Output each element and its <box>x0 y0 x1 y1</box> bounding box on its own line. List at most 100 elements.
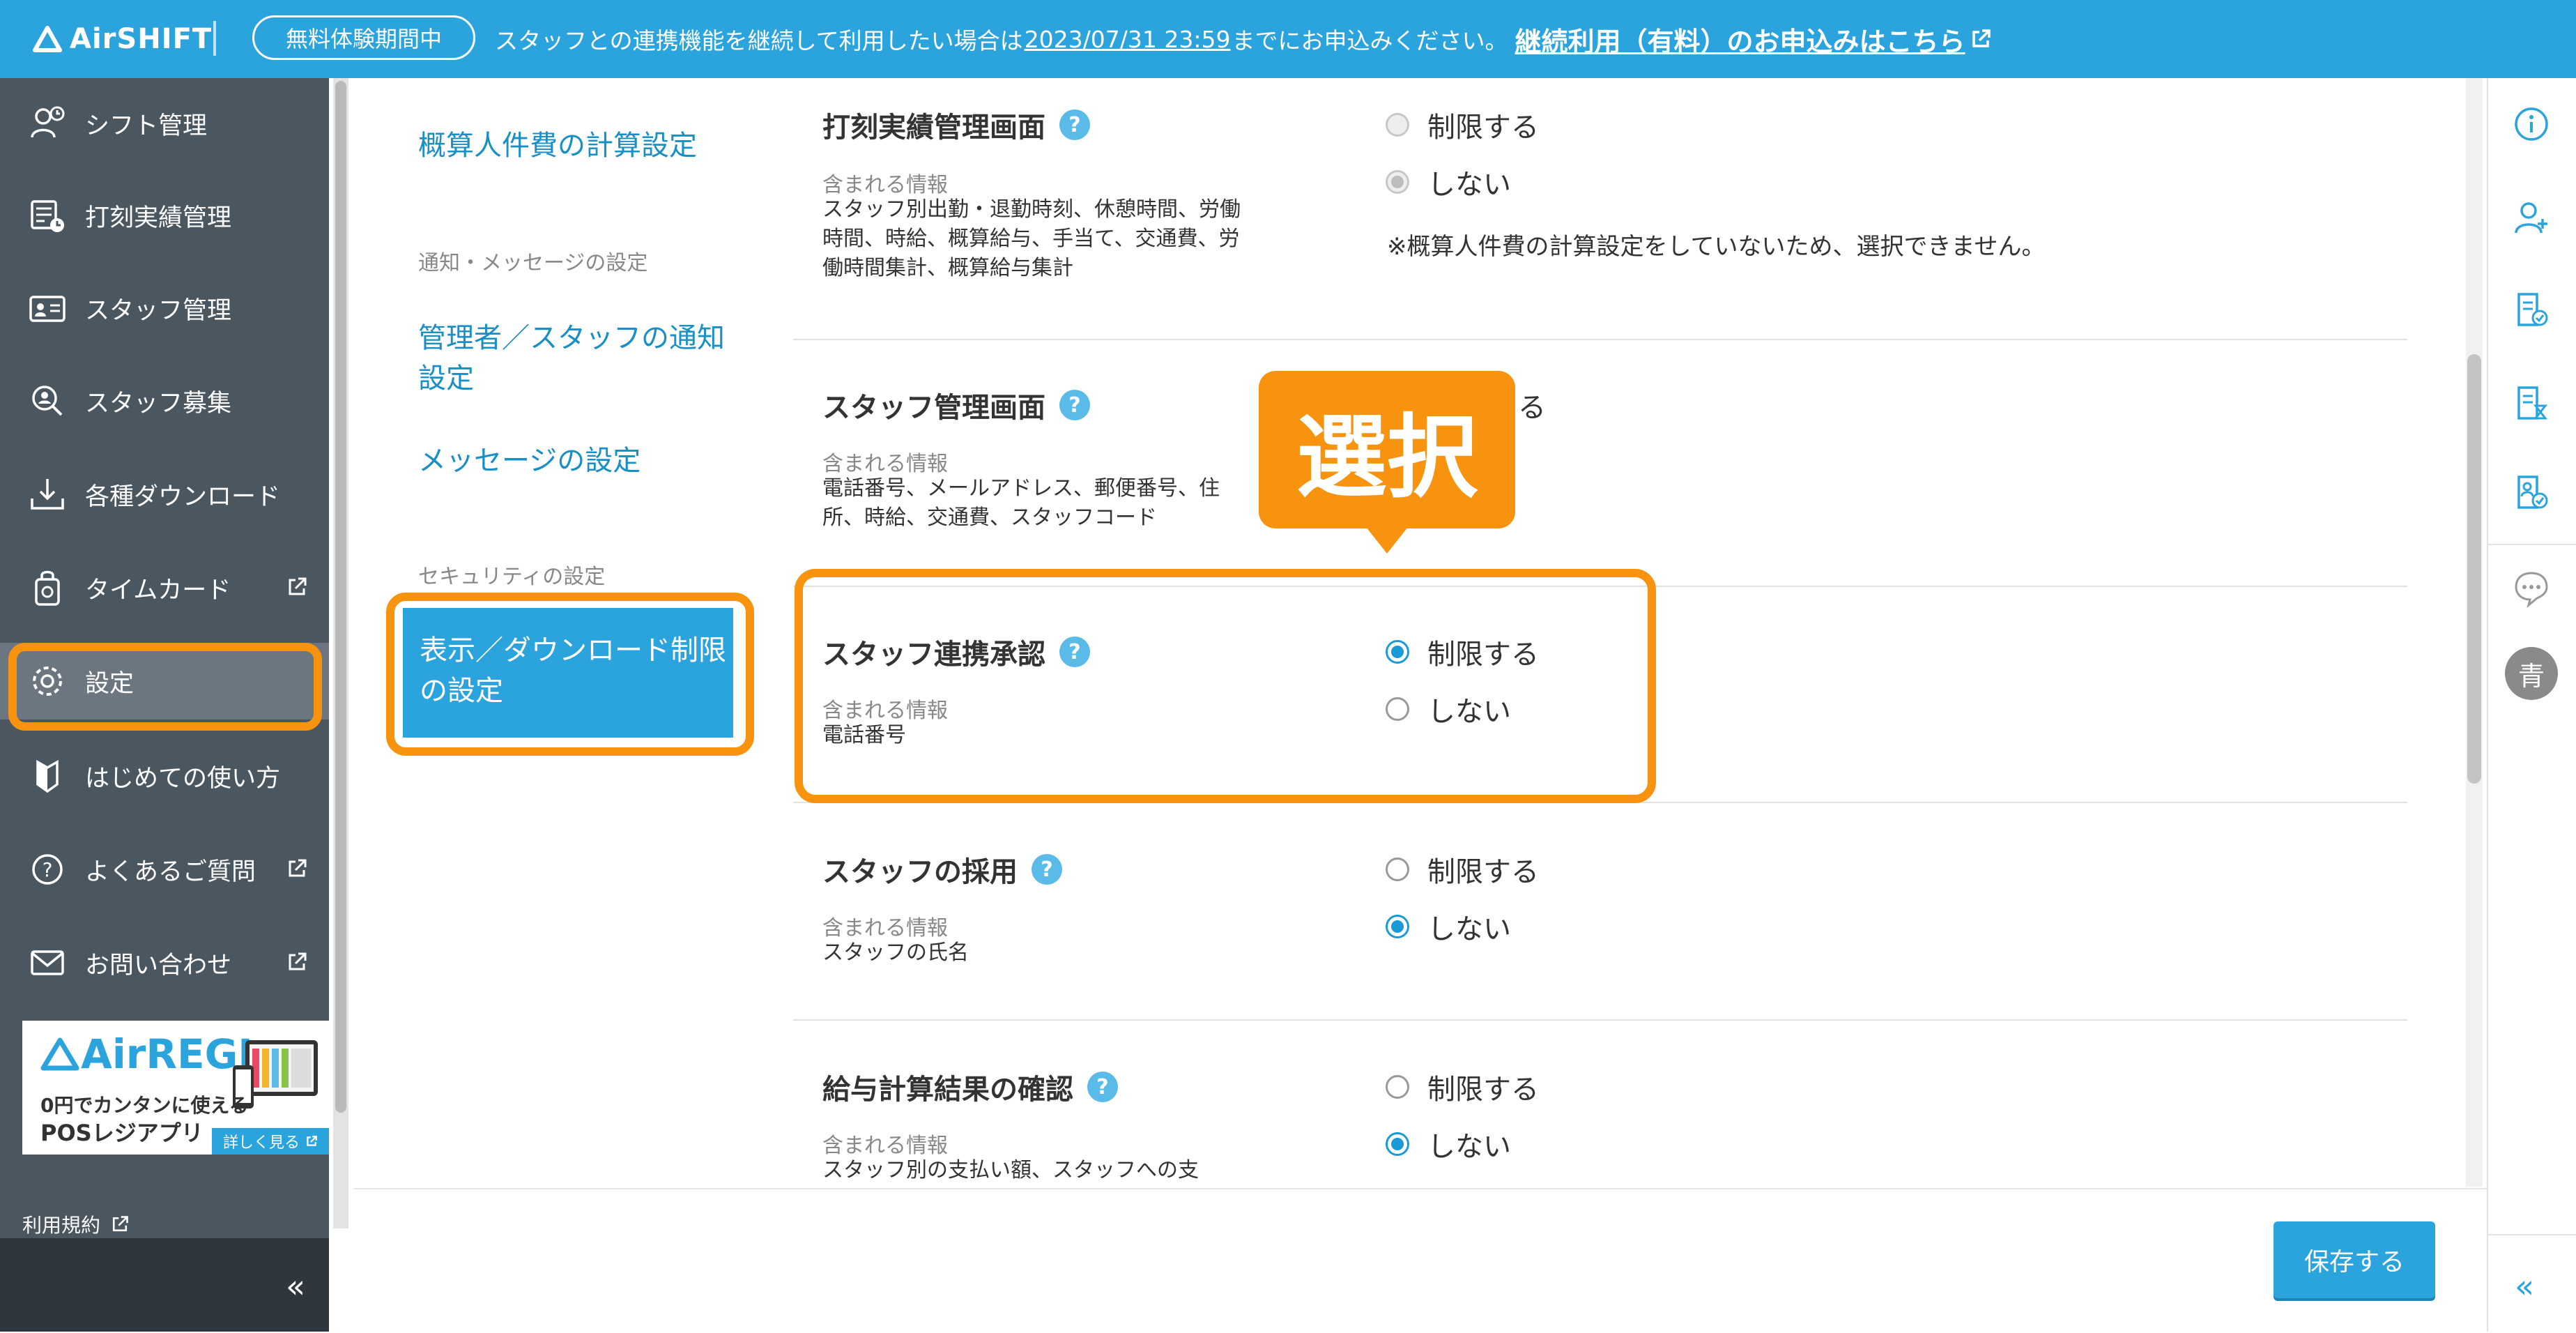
sidebar-item-timecard[interactable]: タイムカード <box>0 549 329 626</box>
staff-check-icon[interactable] <box>2508 469 2555 516</box>
sidebar-item-beginner[interactable]: はじめての使い方 <box>0 738 329 814</box>
row-divider <box>793 339 2407 340</box>
sidebar-item-label: 各種ダウンロード <box>85 482 281 511</box>
row-title: スタッフの採用 ? <box>822 849 1062 890</box>
radio-restrict-partial[interactable]: る <box>1518 385 1546 425</box>
radio-circle <box>1386 170 1409 194</box>
row-divider <box>793 1019 2407 1021</box>
subnav-heading-security: セキュリティの設定 <box>418 565 606 589</box>
save-button[interactable]: 保存する <box>2274 1221 2435 1298</box>
help-icon[interactable]: ? <box>1059 109 1090 140</box>
document-pending-icon[interactable] <box>2508 379 2555 427</box>
external-link-icon <box>1972 29 1991 47</box>
sidebar-scrollbar-thumb[interactable] <box>335 81 346 1113</box>
row-included-label: 含まれる情報 <box>822 173 948 197</box>
row-included-label: 含まれる情報 <box>822 916 948 940</box>
trial-notice: スタッフとの連携機能を継続して利用したい場合は 2023/07/31 23:59… <box>495 18 1992 60</box>
radio-none: しない <box>1386 162 1511 202</box>
radio-circle-selected <box>1386 1132 1409 1156</box>
radio-label: 制限する <box>1427 1074 1539 1106</box>
sidebar-item-staff[interactable]: スタッフ管理 <box>0 270 329 346</box>
row-title: スタッフ管理画面 ? <box>822 385 1090 425</box>
airregi-logo-icon <box>40 1037 79 1071</box>
sidebar-item-label: シフト管理 <box>85 112 208 140</box>
chat-icon[interactable] <box>2508 565 2555 612</box>
help-icon[interactable]: ? <box>1087 1072 1118 1102</box>
sidebar-item-label: スタッフ管理 <box>85 296 232 325</box>
airregi-more-label: 詳しく見る <box>222 1134 300 1152</box>
airshift-logo[interactable]: AirSHIFT <box>32 20 212 59</box>
row-title-text: 給与計算結果の確認 <box>822 1074 1073 1106</box>
row-included-info: スタッフ別出勤・退勤時刻、休憩時間、労働時間、時給、概算給与、手当て、交通費、労… <box>822 197 1241 280</box>
help-icon[interactable]: ? <box>1059 390 1090 420</box>
row-title: 給与計算結果の確認 ? <box>822 1067 1118 1107</box>
sidebar-item-shift[interactable]: シフト管理 <box>0 85 329 162</box>
add-user-icon[interactable] <box>2508 194 2555 241</box>
subnav-cost-settings[interactable]: 概算人件費の計算設定 <box>418 125 725 166</box>
shift-icon <box>25 101 70 146</box>
airregi-ad-banner[interactable]: AirREGI 0円でカンタンに使える POSレジアプリ 詳しく見る <box>22 1021 329 1155</box>
settings-highlight-frame <box>8 643 322 731</box>
row-title: 打刻実績管理画面 ? <box>822 105 1090 145</box>
subnav-heading-notify: 通知・メッセージの設定 <box>418 251 648 275</box>
terms-label: 利用規約 <box>22 1214 101 1237</box>
toolbar-separator <box>2488 1234 2576 1235</box>
top-banner: AirSHIFT 無料体験期間中 スタッフとの連携機能を継続して利用したい場合は… <box>0 0 2576 78</box>
subnav-highlight-frame <box>386 593 754 756</box>
collapse-sidebar-button[interactable]: « <box>286 1267 305 1305</box>
radio-label: しない <box>1427 1131 1511 1163</box>
airshift-logo-icon <box>33 26 62 52</box>
beginner-icon <box>25 754 70 798</box>
help-icon[interactable]: ? <box>1032 854 1062 885</box>
row-included-label: 含まれる情報 <box>822 1134 948 1158</box>
terms-link[interactable]: 利用規約 <box>22 1210 130 1238</box>
sidebar-item-contact[interactable]: お問い合わせ <box>0 924 329 1001</box>
disabled-note: ※概算人件費の計算設定をしていないため、選択できません。 <box>1387 233 2046 261</box>
staff-card-icon <box>25 286 70 330</box>
sidebar-item-label: はじめての使い方 <box>85 764 281 793</box>
sidebar-item-label: タイムカード <box>85 576 231 604</box>
trial-badge: 無料体験期間中 <box>252 15 475 60</box>
collapse-toolbar-button[interactable]: « <box>2515 1267 2534 1305</box>
select-callout: 選択 <box>1259 371 1515 528</box>
airregi-tagline-2: POSレジアプリ <box>40 1120 204 1146</box>
airregi-more-button[interactable]: 詳しく見る <box>212 1128 329 1155</box>
radio-restrict[interactable]: 制限する <box>1386 1067 1539 1107</box>
radio-circle <box>1386 858 1409 881</box>
radio-label: しない <box>1427 169 1511 201</box>
subnav-message-settings[interactable]: メッセージの設定 <box>418 441 725 481</box>
radio-label: しない <box>1427 913 1511 945</box>
row-included-label: 含まれる情報 <box>822 452 948 476</box>
sidebar-footer <box>0 1238 329 1332</box>
row-title-text: スタッフ管理画面 <box>822 392 1045 424</box>
airregi-logo-text: AirREGI <box>81 1030 253 1078</box>
right-toolbar <box>2487 78 2576 1332</box>
sidebar-item-recruit[interactable]: スタッフ募集 <box>0 363 329 439</box>
airregi-tagline-1: 0円でカンタンに使える <box>40 1094 249 1117</box>
sidebar-item-timestamp[interactable]: 打刻実績管理 <box>0 177 329 254</box>
question-icon: ? <box>25 847 70 892</box>
radio-restrict: 制限する <box>1386 105 1539 145</box>
toolbar-separator <box>2488 544 2576 545</box>
sidebar-item-download[interactable]: 各種ダウンロード <box>0 456 329 533</box>
row-included-info: 電話番号、メールアドレス、郵便番号、住所、時給、交通費、スタッフコード <box>822 476 1220 530</box>
main-scrollbar-thumb[interactable] <box>2467 354 2481 784</box>
document-check-icon[interactable] <box>2508 286 2555 333</box>
airregi-logo: AirREGI <box>39 1030 253 1078</box>
sidebar-item-label: 打刻実績管理 <box>85 204 232 232</box>
radio-circle <box>1386 1075 1409 1099</box>
download-icon <box>25 472 70 517</box>
sidebar-item-faq[interactable]: ? よくあるご質問 <box>0 831 329 908</box>
continue-signup-link[interactable]: 継続利用（有料）のお申込みはこちら <box>1515 20 1965 59</box>
radio-none[interactable]: しない <box>1386 1124 1511 1164</box>
notice-deadline: 2023/07/31 23:59 <box>1024 25 1231 53</box>
external-link-icon <box>112 1216 128 1232</box>
radio-none[interactable]: しない <box>1386 906 1511 947</box>
svg-text:?: ? <box>43 858 53 881</box>
row-included-info: スタッフの氏名 <box>822 940 969 965</box>
avatar[interactable]: 青 <box>2505 647 2558 700</box>
radio-restrict[interactable]: 制限する <box>1386 849 1539 890</box>
sidebar-item-label: お問い合わせ <box>85 951 232 980</box>
subnav-notify-settings[interactable]: 管理者／スタッフの通知設定 <box>418 318 725 399</box>
info-icon[interactable] <box>2508 100 2555 148</box>
